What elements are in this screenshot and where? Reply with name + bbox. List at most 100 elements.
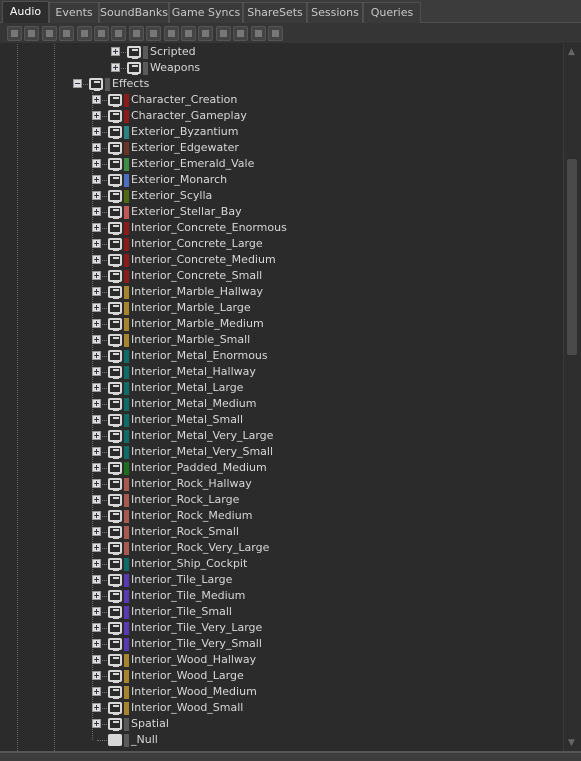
expand-icon[interactable] (92, 255, 101, 264)
tree-item[interactable]: Interior_Wood_Large (0, 668, 560, 684)
tree-item[interactable]: Interior_Metal_Medium (0, 396, 560, 412)
tree-item[interactable]: Exterior_Stellar_Bay (0, 204, 560, 220)
tree-item[interactable]: Interior_Metal_Very_Small (0, 444, 560, 460)
tree-item[interactable]: Interior_Wood_Medium (0, 684, 560, 700)
expand-icon[interactable] (92, 527, 101, 536)
expand-icon[interactable] (92, 239, 101, 248)
expand-icon[interactable] (92, 719, 101, 728)
sound-icon[interactable] (146, 26, 162, 41)
expand-icon[interactable] (92, 207, 101, 216)
expand-icon[interactable] (111, 63, 120, 72)
tree-item[interactable]: Interior_Tile_Medium (0, 588, 560, 604)
expand-icon[interactable] (92, 687, 101, 696)
tree-item[interactable]: Exterior_Edgewater (0, 140, 560, 156)
expand-icon[interactable] (92, 415, 101, 424)
tab-audio[interactable]: Audio (2, 1, 49, 23)
tree-item[interactable]: Character_Creation (0, 92, 560, 108)
expand-icon[interactable] (92, 431, 101, 440)
expand-icon[interactable] (92, 287, 101, 296)
expand-icon[interactable] (92, 447, 101, 456)
actor-mixer-icon[interactable] (59, 26, 75, 41)
music-track-icon[interactable] (250, 26, 266, 41)
tree-item[interactable]: Effects (0, 76, 560, 92)
vertical-scrollbar[interactable]: ▲ ▼ (563, 44, 581, 751)
expand-icon[interactable] (92, 383, 101, 392)
expand-icon[interactable] (92, 111, 101, 120)
expand-icon[interactable] (92, 335, 101, 344)
expand-icon[interactable] (92, 639, 101, 648)
expand-icon[interactable] (92, 495, 101, 504)
tree-item[interactable]: Exterior_Emerald_Vale (0, 156, 560, 172)
tree-item[interactable]: Interior_Padded_Medium (0, 460, 560, 476)
expand-icon[interactable] (92, 655, 101, 664)
expand-icon[interactable] (92, 623, 101, 632)
tab-sharesets[interactable]: ShareSets (243, 2, 307, 23)
scrollbar-thumb[interactable] (567, 159, 577, 355)
expand-icon[interactable] (92, 175, 101, 184)
tree-item[interactable]: Interior_Rock_Small (0, 524, 560, 540)
tree-item[interactable]: Interior_Metal_Enormous (0, 348, 560, 364)
tab-events[interactable]: Events (49, 2, 99, 23)
tree-item[interactable]: Interior_Concrete_Large (0, 236, 560, 252)
tab-game-syncs[interactable]: Game Syncs (169, 2, 243, 23)
tree-item[interactable]: Exterior_Byzantium (0, 124, 560, 140)
expand-icon[interactable] (92, 559, 101, 568)
expand-icon[interactable] (92, 575, 101, 584)
tree-item[interactable]: Interior_Metal_Large (0, 380, 560, 396)
tree-item[interactable]: Spatial (0, 716, 560, 732)
music-icon[interactable] (163, 26, 179, 41)
virtual-folder-icon[interactable] (41, 26, 57, 41)
expand-icon[interactable] (92, 671, 101, 680)
collapse-icon[interactable] (73, 79, 82, 88)
motion-icon[interactable] (215, 26, 231, 41)
tree-item[interactable]: Exterior_Scylla (0, 188, 560, 204)
bus-icon[interactable] (181, 26, 196, 41)
tree-item[interactable]: Interior_Rock_Large (0, 492, 560, 508)
expand-icon[interactable] (92, 191, 101, 200)
tree-item[interactable]: Interior_Marble_Hallway (0, 284, 560, 300)
tree-item[interactable]: Interior_Wood_Small (0, 700, 560, 716)
switch-container-icon[interactable] (111, 26, 127, 41)
tree-item[interactable]: Interior_Metal_Small (0, 412, 560, 428)
expand-icon[interactable] (92, 351, 101, 360)
random-container-icon[interactable] (76, 26, 92, 41)
blend-container-icon[interactable] (128, 26, 144, 41)
expand-icon[interactable] (92, 399, 101, 408)
tree-item[interactable]: Interior_Ship_Cockpit (0, 556, 560, 572)
expand-icon[interactable] (92, 591, 101, 600)
tree-item[interactable]: Interior_Concrete_Medium (0, 252, 560, 268)
tree-item[interactable]: Interior_Rock_Hallway (0, 476, 560, 492)
expand-icon[interactable] (92, 703, 101, 712)
expand-icon[interactable] (92, 479, 101, 488)
music-segment-icon[interactable] (233, 26, 249, 41)
expand-icon[interactable] (92, 367, 101, 376)
tree-item[interactable]: Interior_Marble_Medium (0, 316, 560, 332)
tree-item[interactable]: Interior_Marble_Small (0, 332, 560, 348)
tree-item[interactable]: Exterior_Monarch (0, 172, 560, 188)
tree-item[interactable]: Interior_Rock_Medium (0, 508, 560, 524)
expand-icon[interactable] (92, 95, 101, 104)
work-unit-icon[interactable] (7, 26, 22, 41)
tab-soundbanks[interactable]: SoundBanks (99, 2, 169, 23)
tab-sessions[interactable]: Sessions (307, 2, 363, 23)
music-switch-icon[interactable] (268, 26, 283, 41)
expand-icon[interactable] (111, 47, 120, 56)
folder-icon[interactable] (24, 26, 40, 41)
scroll-down-icon[interactable]: ▼ (568, 738, 575, 748)
aux-bus-icon[interactable] (198, 26, 214, 41)
tree-item[interactable]: Scripted (0, 44, 560, 60)
expand-icon[interactable] (92, 607, 101, 616)
expand-icon[interactable] (92, 271, 101, 280)
tree-item[interactable]: Interior_Tile_Very_Small (0, 636, 560, 652)
tree-item[interactable]: Interior_Tile_Very_Large (0, 620, 560, 636)
tree-item[interactable]: Interior_Tile_Small (0, 604, 560, 620)
expand-icon[interactable] (92, 543, 101, 552)
tree-item[interactable]: Interior_Concrete_Enormous (0, 220, 560, 236)
expand-icon[interactable] (92, 463, 101, 472)
tree-item[interactable]: Interior_Metal_Hallway (0, 364, 560, 380)
tree-item[interactable]: Interior_Rock_Very_Large (0, 540, 560, 556)
sequence-container-icon[interactable] (94, 26, 109, 41)
tree-item[interactable]: Weapons (0, 60, 560, 76)
tree-item[interactable]: Interior_Metal_Very_Large (0, 428, 560, 444)
tree-item[interactable]: Interior_Marble_Large (0, 300, 560, 316)
